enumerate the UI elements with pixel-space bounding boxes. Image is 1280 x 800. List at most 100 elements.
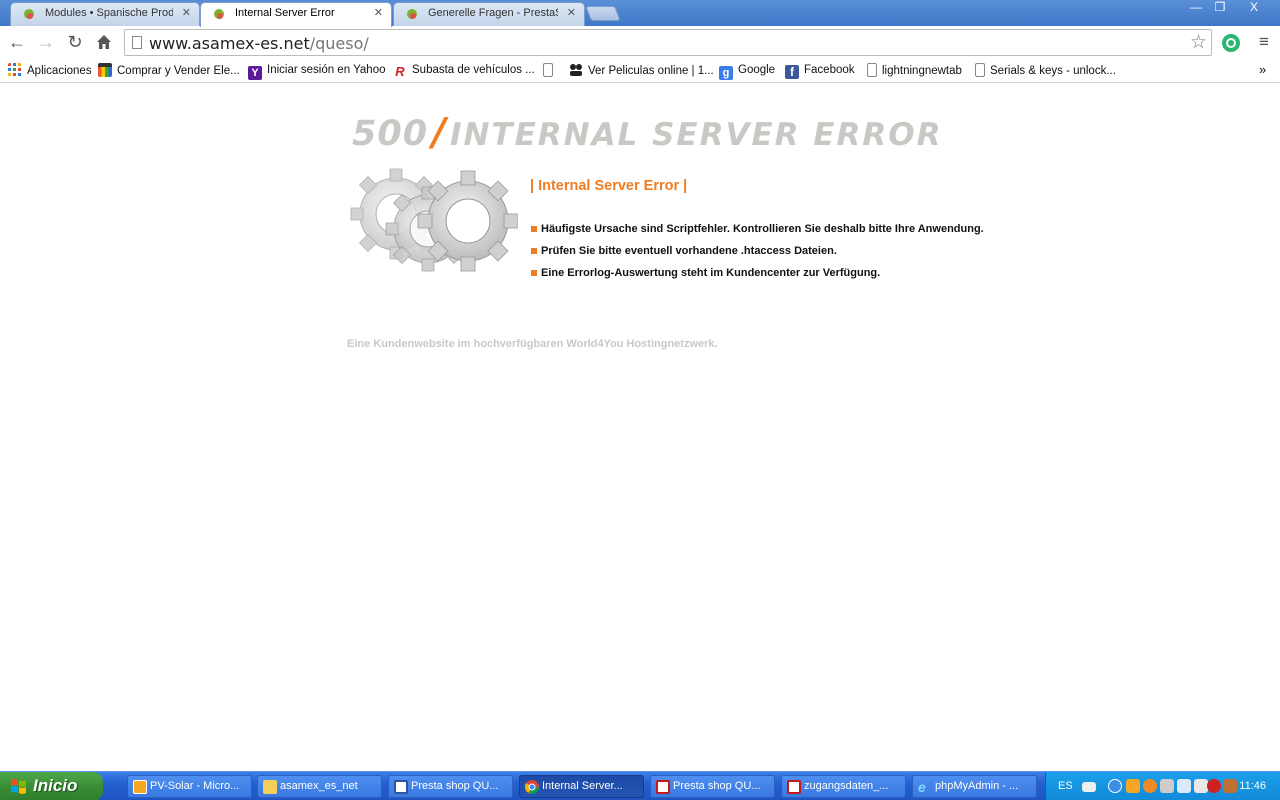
task-label: phpMyAdmin - ...: [935, 780, 1019, 792]
url-path: /queso/: [309, 34, 369, 53]
start-label: Inicio: [33, 776, 78, 795]
google-icon: g: [719, 66, 733, 80]
task-label: Presta shop QU...: [673, 780, 761, 792]
prestashop-favicon-icon: [214, 9, 224, 19]
windows-logo-icon: [11, 779, 26, 794]
taskbar-item-phpmyadmin[interactable]: e phpMyAdmin - ...: [912, 775, 1037, 798]
bookmark-yahoo[interactable]: Y Iniciar sesión en Yahoo: [248, 63, 386, 80]
r-logo-icon: R: [395, 64, 405, 79]
bookmark-subasta[interactable]: R Subasta de vehículos ...: [393, 63, 535, 79]
task-label: Presta shop QU...: [411, 780, 499, 792]
error-slash: /: [432, 110, 446, 154]
ie-icon: e: [918, 779, 926, 795]
bookmark-facebook[interactable]: f Facebook: [785, 63, 855, 79]
new-tab-button[interactable]: [585, 6, 621, 21]
back-arrow-icon: ←: [8, 32, 26, 52]
chevron-left-icon[interactable]: [1108, 779, 1122, 793]
tab-close-icon[interactable]: ✕: [567, 3, 576, 24]
monitor-icon[interactable]: [1160, 779, 1174, 793]
hosting-footer-note: Eine Kundenwebsite im hochverfügbaren Wo…: [347, 338, 718, 350]
taskbar-item-chrome-active[interactable]: Internal Server...: [519, 775, 644, 798]
task-label: Internal Server...: [542, 780, 623, 792]
restore-button[interactable]: ❐: [1208, 0, 1232, 17]
bookmarks-bar: Aplicaciones Comprar y Vender Ele... Y In…: [0, 59, 1280, 83]
apps-grid-icon: [8, 63, 21, 76]
bookmark-label: Iniciar sesión en Yahoo: [267, 64, 386, 76]
pdf-icon: [787, 780, 801, 794]
system-tray: ES 11:46: [1045, 772, 1280, 800]
bookmark-aplicaciones[interactable]: Aplicaciones: [8, 63, 92, 79]
gears-illustration: [350, 168, 518, 272]
facebook-icon: f: [785, 65, 799, 79]
hamburger-menu-icon: ≡: [1259, 32, 1269, 51]
bookmark-blank-page[interactable]: [543, 63, 558, 79]
browser-tabstrip: Modules • Spanische Produkt ✕ Internal S…: [0, 0, 1280, 27]
bookmark-lightningnewtab[interactable]: lightningnewtab: [867, 63, 962, 79]
antivirus-icon[interactable]: [1207, 779, 1221, 793]
taskbar-item-presta-word[interactable]: Presta shop QU...: [388, 775, 513, 798]
taskbar-item-presta-pdf[interactable]: Presta shop QU...: [650, 775, 775, 798]
error-subheading: | Internal Server Error |: [530, 178, 688, 194]
bookmark-ver-peliculas[interactable]: Ver Peliculas online | 1...: [569, 63, 714, 79]
bookmark-label: Subasta de vehículos ...: [412, 64, 535, 76]
restore-icon: ❐: [1214, 0, 1226, 14]
tab-title: Generelle Fragen - PrestaSh: [428, 7, 558, 19]
forward-button[interactable]: →: [35, 31, 57, 53]
tab-title: Modules • Spanische Produkt: [45, 7, 173, 19]
task-label: zugangsdaten_...: [804, 780, 889, 792]
bookmark-google[interactable]: g Google: [719, 63, 775, 80]
chrome-icon: [525, 780, 539, 794]
tab-internal-server-error[interactable]: Internal Server Error ✕: [200, 2, 392, 27]
close-icon: X: [1249, 0, 1258, 14]
page-content: 500/INTERNAL SERVER ERROR | Internal Ser…: [0, 84, 1280, 771]
tab-modules[interactable]: Modules • Spanische Produkt ✕: [10, 2, 200, 26]
error-code: 500: [352, 114, 429, 154]
yahoo-icon: Y: [248, 66, 262, 80]
clock-app-icon[interactable]: [1126, 779, 1140, 793]
bookmarks-overflow-button[interactable]: »: [1259, 63, 1266, 79]
chevron-double-right-icon: »: [1259, 62, 1267, 77]
bookmark-comprar-vender[interactable]: Comprar y Vender Ele...: [98, 63, 240, 79]
back-button[interactable]: ←: [6, 31, 28, 53]
tab-close-icon[interactable]: ✕: [374, 3, 383, 24]
word-icon: [394, 780, 408, 794]
error-title: INTERNAL SERVER ERROR: [449, 117, 943, 153]
taskbar-item-pv-solar[interactable]: PV-Solar - Micro...: [127, 775, 252, 798]
shield-icon[interactable]: [1223, 779, 1237, 793]
address-bar[interactable]: www.asamex-es.net/queso/ ☆: [124, 29, 1212, 56]
list-item: Prüfen Sie bitte eventuell vorhandene .h…: [531, 244, 984, 266]
taskbar-item-zugangsdaten[interactable]: zugangsdaten_...: [781, 775, 906, 798]
prestashop-favicon-icon: [24, 9, 34, 19]
close-window-button[interactable]: X: [1232, 0, 1276, 17]
tab-generelle-fragen[interactable]: Generelle Fragen - PrestaSh ✕: [393, 2, 585, 26]
home-icon: [97, 35, 111, 49]
url-text[interactable]: www.asamex-es.net/queso/: [149, 34, 369, 53]
home-button[interactable]: [93, 31, 115, 53]
bookmark-serials-keys[interactable]: Serials & keys - unlock...: [975, 63, 1116, 79]
page-icon: [543, 63, 553, 77]
tab-title: Internal Server Error: [235, 7, 335, 19]
list-item: Häufigste Ursache sind Scriptfehler. Kon…: [531, 222, 984, 244]
reload-icon: ↻: [67, 32, 83, 52]
bookmark-star-icon[interactable]: ☆: [1190, 31, 1207, 54]
bookmark-label: Aplicaciones: [27, 65, 92, 77]
update-icon[interactable]: [1143, 779, 1157, 793]
dropbox-icon[interactable]: [1194, 779, 1208, 793]
pdf-icon: [656, 780, 670, 794]
menu-button[interactable]: ≡: [1253, 31, 1275, 53]
language-indicator[interactable]: ES: [1058, 780, 1073, 792]
network-icon[interactable]: [1177, 779, 1191, 793]
keyboard-icon[interactable]: [1082, 782, 1096, 792]
minimize-icon: —: [1190, 0, 1202, 14]
bookmark-label: Facebook: [804, 64, 855, 76]
taskbar-item-asamex-folder[interactable]: asamex_es_net: [257, 775, 382, 798]
clock: 11:46: [1239, 780, 1266, 792]
start-button[interactable]: Inicio: [0, 772, 103, 800]
reload-button[interactable]: ↻: [64, 31, 86, 53]
minimize-button[interactable]: —: [1184, 0, 1208, 17]
windows-taskbar: Inicio PV-Solar - Micro... asamex_es_net…: [0, 771, 1280, 800]
extension-icon[interactable]: [1222, 34, 1240, 52]
tab-close-icon[interactable]: ✕: [182, 3, 191, 24]
task-label: asamex_es_net: [280, 780, 358, 792]
people-icon: [570, 64, 582, 76]
